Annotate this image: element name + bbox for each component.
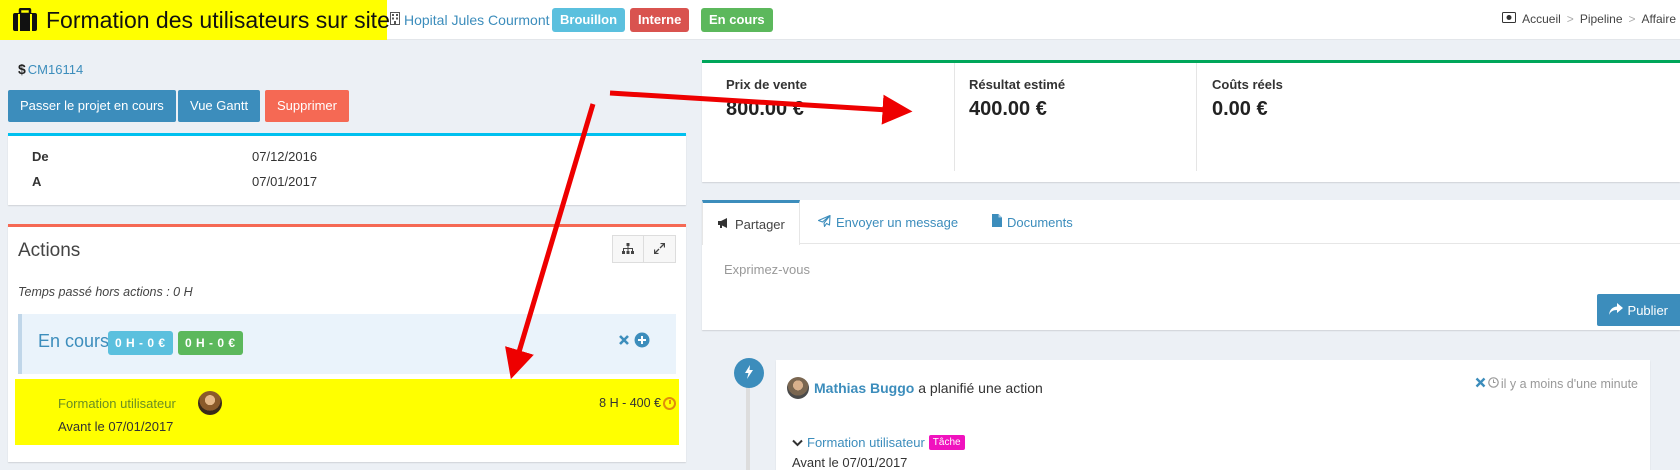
- briefcase-icon: [12, 7, 38, 32]
- kpi-label: Prix de vente: [726, 77, 807, 92]
- actions-tools: [612, 235, 676, 263]
- kpi-value: 0.00 €: [1212, 98, 1268, 120]
- timeline-marker: [734, 358, 764, 388]
- close-icon[interactable]: [1475, 377, 1486, 391]
- status-time-pill: 0 H - 0 €: [108, 331, 173, 355]
- date-to-row: A 07/01/2017: [32, 174, 317, 189]
- task-type-badge: Tâche: [928, 435, 965, 450]
- start-project-button[interactable]: Passer le projet en cours: [8, 90, 176, 122]
- publish-label: Publier: [1627, 302, 1668, 318]
- share-input[interactable]: Exprimez-vous: [724, 262, 810, 277]
- breadcrumb-current: Affaire: [1641, 12, 1676, 26]
- dashboard-icon: [1502, 12, 1517, 26]
- task-cost: 8 H - 400 €: [599, 396, 661, 410]
- event-action: a planifié une action: [918, 380, 1043, 396]
- kpi-value: 400.00 €: [969, 98, 1047, 120]
- gantt-view-button[interactable]: Vue Gantt: [178, 90, 261, 122]
- feed-box: Partager Envoyer un message Documents Ex…: [702, 200, 1680, 330]
- clock-icon: [1488, 377, 1499, 391]
- project-ref: $ CM16114: [18, 61, 83, 77]
- event-text: Mathias Buggo a planifié une action: [814, 380, 1043, 396]
- chevron-down-icon: [792, 435, 803, 450]
- avatar: [198, 391, 222, 415]
- kpi-actual-costs: Coûts réels 0.00 €: [1212, 77, 1283, 121]
- title-highlight: Formation des utilisateurs sur site: [0, 0, 390, 40]
- timeline-event: Mathias Buggo a planifié une action il y…: [776, 360, 1650, 470]
- thirdparty-link[interactable]: Hopital Jules Courmont: [390, 12, 550, 28]
- kpi-estimated-result: Résultat estimé 400.00 €: [969, 77, 1065, 121]
- status-badge-internal: Interne: [630, 8, 690, 32]
- status-cost-pill: 0 H - 0 €: [178, 331, 243, 355]
- avatar: [787, 377, 809, 399]
- thirdparty-name: Hopital Jules Courmont: [404, 12, 550, 28]
- bolt-icon: [744, 364, 754, 382]
- bullhorn-icon: [717, 217, 730, 232]
- event-task[interactable]: Formation utilisateur Tâche: [792, 435, 965, 450]
- status-group-in-progress: En cours 0 H - 0 € 0 H - 0 €: [18, 314, 676, 374]
- event-task-deadline: Avant le 07/01/2017: [792, 455, 908, 470]
- sitemap-icon: [622, 242, 634, 257]
- tab-label: Documents: [1007, 214, 1073, 230]
- kpi-label: Résultat estimé: [969, 77, 1066, 92]
- dollar-icon: $: [18, 61, 26, 77]
- clock-icon: [663, 397, 676, 410]
- page-header: Formation des utilisateurs sur site Hopi…: [0, 0, 1680, 40]
- expand-icon: [653, 242, 666, 257]
- file-icon: [992, 214, 1002, 230]
- task-deadline: Avant le 07/01/2017: [58, 419, 174, 434]
- add-circle-icon[interactable]: [634, 332, 650, 351]
- hierarchy-button[interactable]: [612, 235, 644, 263]
- date-to-value: 07/01/2017: [252, 174, 318, 189]
- page-title: Formation des utilisateurs sur site: [46, 6, 390, 33]
- status-badge-in-progress: En cours: [701, 8, 773, 32]
- kpi-divider: [1196, 63, 1197, 171]
- task-row[interactable]: Formation utilisateur Avant le 07/01/201…: [15, 379, 679, 445]
- delete-button[interactable]: Supprimer: [265, 90, 349, 122]
- status-group-title: En cours: [38, 331, 110, 351]
- close-icon[interactable]: [618, 334, 630, 349]
- tab-label: Envoyer un message: [836, 214, 959, 230]
- kpi-label: Coûts réels: [1212, 77, 1283, 92]
- breadcrumb-home[interactable]: Accueil: [1522, 12, 1561, 26]
- task-name-link[interactable]: Formation utilisateur: [58, 396, 176, 411]
- kpi-box: Prix de vente 800.00 € Résultat estimé 4…: [702, 60, 1680, 182]
- time-outside-actions: Temps passé hors actions : 0 H: [18, 285, 193, 299]
- breadcrumb-pipeline[interactable]: Pipeline: [1580, 12, 1623, 26]
- kpi-value: 800.00 €: [726, 98, 804, 120]
- date-to-label: A: [32, 174, 42, 189]
- share-arrow-icon: [1608, 302, 1623, 318]
- tab-send-message[interactable]: Envoyer un message: [804, 200, 972, 244]
- feed-tabs: Partager Envoyer un message Documents: [702, 200, 1680, 245]
- date-from-row: De 07/12/2016: [32, 149, 317, 164]
- tab-share[interactable]: Partager: [702, 200, 800, 245]
- paper-plane-icon: [817, 214, 831, 230]
- publish-button[interactable]: Publier: [1596, 294, 1680, 326]
- event-user-link[interactable]: Mathias Buggo: [814, 380, 914, 396]
- status-badge-draft: Brouillon: [552, 8, 626, 32]
- tab-documents[interactable]: Documents: [978, 200, 1087, 244]
- actions-box: Actions Temps passé hors actions : 0 H E…: [8, 224, 686, 462]
- kpi-sale-price: Prix de vente 800.00 €: [726, 77, 807, 121]
- event-timestamp: il y a moins d'une minute: [1500, 377, 1638, 391]
- actions-title: Actions: [18, 240, 81, 261]
- expand-button[interactable]: [644, 235, 676, 263]
- date-from-label: De: [32, 149, 49, 164]
- date-from-value: 07/12/2016: [252, 149, 318, 164]
- breadcrumb-separator: >: [1566, 12, 1574, 26]
- event-time: il y a moins d'une minute: [1475, 377, 1638, 391]
- project-ref-link[interactable]: CM16114: [28, 62, 83, 77]
- breadcrumb: Accueil > Pipeline > Affaire: [1502, 12, 1676, 26]
- building-icon: [390, 12, 400, 28]
- breadcrumb-separator: >: [1628, 12, 1636, 26]
- status-group-controls: [618, 332, 650, 351]
- tab-label: Partager: [735, 216, 785, 232]
- event-task-link[interactable]: Formation utilisateur: [807, 435, 925, 450]
- dates-box: De 07/12/2016 A 07/01/2017: [8, 133, 686, 205]
- kpi-divider: [954, 63, 955, 171]
